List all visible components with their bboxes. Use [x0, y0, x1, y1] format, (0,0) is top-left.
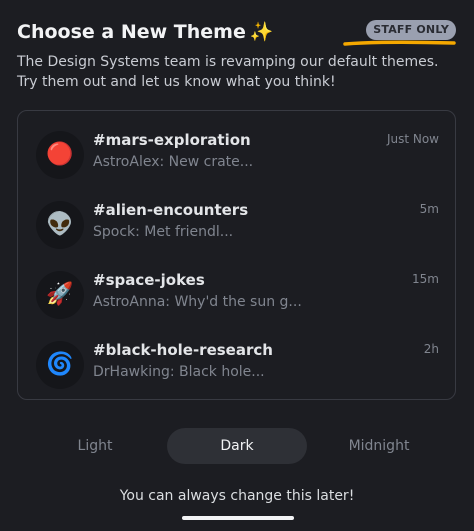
sparkles-icon: ✨ — [249, 21, 274, 43]
description-text: The Design Systems team is revamping our… — [17, 54, 439, 90]
channel-timestamp: Just Now — [386, 132, 439, 146]
theme-option-dark[interactable]: Dark — [167, 428, 307, 464]
theme-switcher: Light Dark Midnight — [20, 428, 454, 464]
channel-timestamp: 2h — [423, 342, 439, 356]
channel-name: #black-hole-research — [93, 341, 273, 359]
title-text: Choose a New Theme — [17, 21, 246, 43]
channel-name: #alien-encounters — [93, 201, 249, 219]
page-title: Choose a New Theme ✨ — [17, 18, 274, 46]
channel-timestamp: 15m — [412, 272, 439, 286]
home-indicator[interactable] — [182, 516, 294, 520]
theme-option-light[interactable]: Light — [20, 428, 170, 464]
staff-only-badge: STAFF ONLY — [366, 20, 456, 40]
channel-row: 🔴 #mars-exploration AstroAlex: New crate… — [18, 127, 455, 187]
channel-message-preview: Spock: Met friendl... — [93, 224, 234, 240]
channel-message-preview: AstroAlex: New crate... — [93, 154, 254, 170]
channel-name: #mars-exploration — [93, 131, 251, 149]
highlight-underline-mark — [343, 40, 456, 46]
channel-row: 🌀 #black-hole-research DrHawking: Black … — [18, 337, 455, 397]
rocket-icon: 🚀 — [36, 271, 84, 319]
theme-preview-card: 🔴 #mars-exploration AstroAlex: New crate… — [17, 110, 456, 400]
channel-timestamp: 5m — [419, 202, 439, 216]
red-circle-icon: 🔴 — [36, 131, 84, 179]
cyclone-icon: 🌀 — [36, 341, 84, 389]
theme-option-midnight[interactable]: Midnight — [304, 428, 454, 464]
channel-row: 👽 #alien-encounters Spock: Met friendl..… — [18, 197, 455, 257]
footnote-text: You can always change this later! — [119, 488, 355, 504]
channel-row: 🚀 #space-jokes AstroAnna: Why'd the sun … — [18, 267, 455, 327]
channel-message-preview: AstroAnna: Why'd the sun g... — [93, 294, 302, 310]
channel-name: #space-jokes — [93, 271, 205, 289]
alien-icon: 👽 — [36, 201, 84, 249]
channel-message-preview: DrHawking: Black hole... — [93, 364, 265, 380]
